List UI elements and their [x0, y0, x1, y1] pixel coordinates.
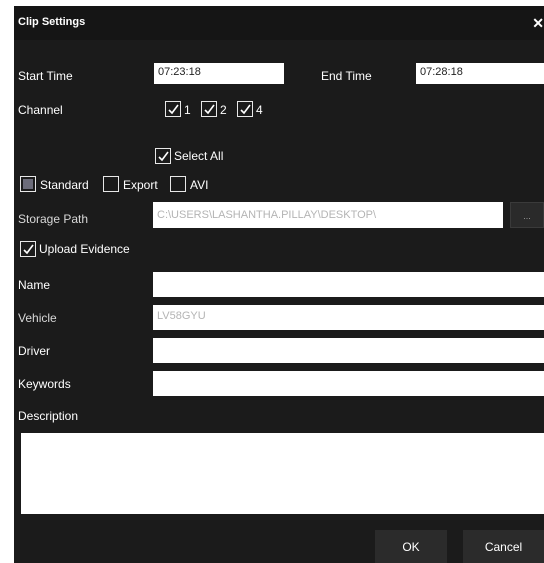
avi-label: AVI: [190, 178, 209, 192]
vehicle-label: Vehicle: [18, 311, 57, 325]
vehicle-input[interactable]: LV58GYU: [153, 305, 544, 330]
driver-label: Driver: [18, 344, 50, 358]
storage-path-input[interactable]: C:\USERS\LASHANTHA.PILLAY\DESKTOP\: [153, 202, 503, 228]
select-all-label: Select All: [174, 149, 224, 163]
avi-checkbox[interactable]: [170, 176, 186, 192]
keywords-label: Keywords: [18, 377, 71, 391]
standard-fill: [23, 179, 33, 189]
standard-checkbox[interactable]: [20, 176, 36, 192]
select-all-checkbox[interactable]: [155, 148, 171, 164]
storage-path-label: Storage Path: [18, 212, 89, 226]
browse-button[interactable]: ...: [510, 202, 544, 228]
checkmark-icon: [240, 104, 251, 115]
channel-4-checkbox[interactable]: [237, 101, 253, 117]
cancel-button[interactable]: Cancel: [463, 530, 544, 563]
end-time-label: End Time: [321, 69, 372, 83]
description-textarea[interactable]: [21, 433, 544, 514]
channel-label: Channel: [18, 103, 63, 117]
checkmark-icon: [168, 104, 179, 115]
channel-2-label: 2: [220, 103, 227, 117]
name-label: Name: [18, 278, 51, 292]
description-label: Description: [18, 409, 79, 423]
checkmark-icon: [158, 151, 169, 162]
channel-2-checkbox[interactable]: [201, 101, 217, 117]
ok-button[interactable]: OK: [375, 530, 447, 563]
start-time-input[interactable]: 07:23:18: [154, 63, 284, 84]
standard-label: Standard: [40, 178, 89, 192]
upload-evidence-checkbox[interactable]: [20, 241, 36, 257]
keywords-input[interactable]: [153, 371, 544, 396]
channel-1-checkbox[interactable]: [165, 101, 181, 117]
close-icon[interactable]: ✕: [532, 15, 544, 32]
start-time-label: Start Time: [18, 69, 73, 83]
checkmark-icon: [23, 244, 34, 255]
export-checkbox[interactable]: [103, 176, 119, 192]
channel-1-label: 1: [184, 103, 191, 117]
dialog-title: Clip Settings: [18, 16, 86, 28]
title-bar: Clip Settings ✕: [14, 6, 544, 40]
upload-evidence-label: Upload Evidence: [39, 242, 130, 256]
end-time-input[interactable]: 07:28:18: [416, 63, 544, 84]
checkmark-icon: [204, 104, 215, 115]
clip-settings-dialog: Clip Settings ✕ Start Time 07:23:18 End …: [14, 6, 544, 563]
export-label: Export: [123, 178, 158, 192]
name-input[interactable]: [153, 272, 544, 297]
driver-input[interactable]: [153, 338, 544, 363]
channel-4-label: 4: [256, 103, 263, 117]
